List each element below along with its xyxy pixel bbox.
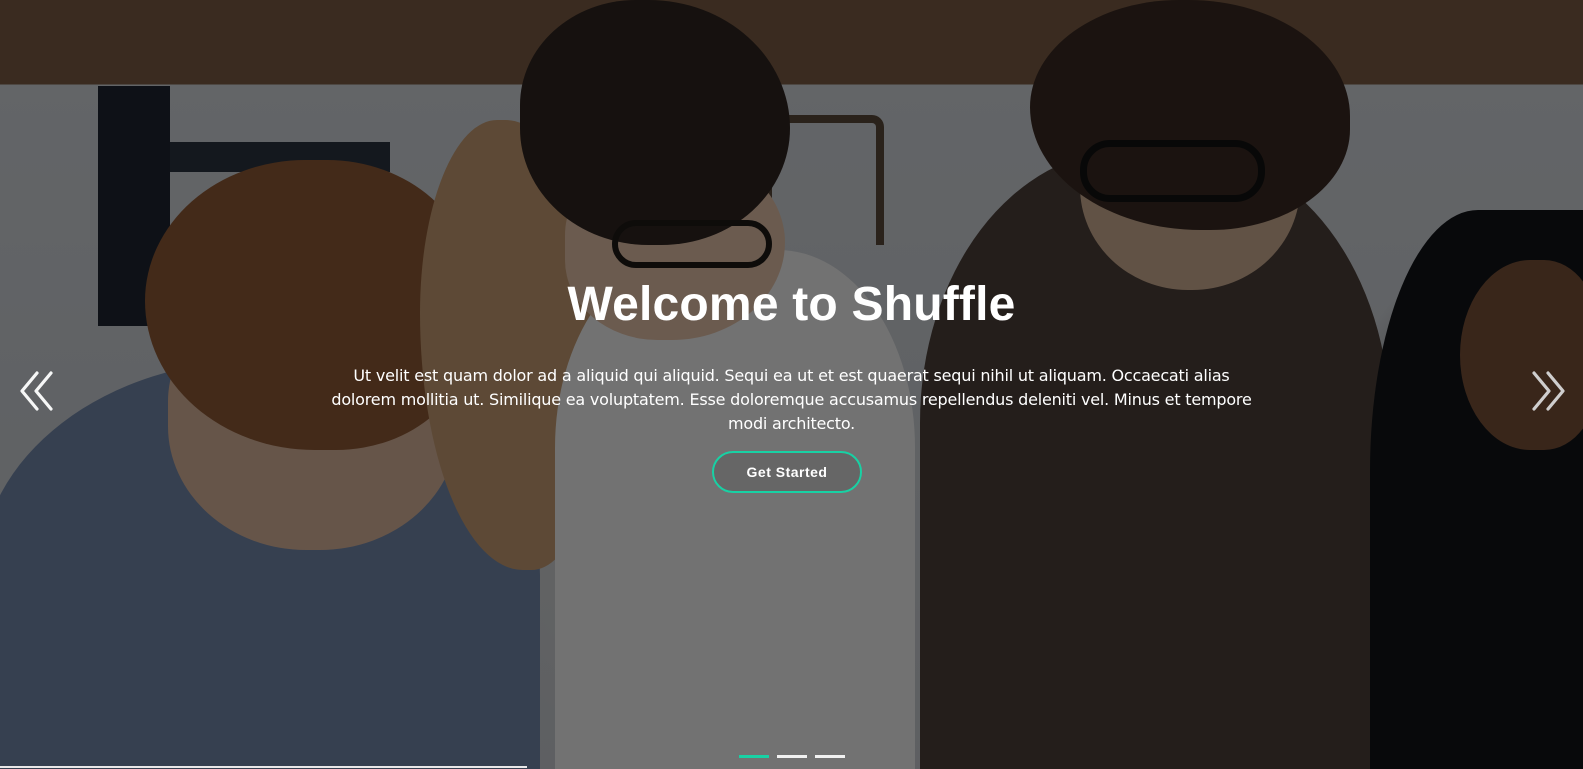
carousel-indicator-2[interactable]: [777, 755, 807, 758]
hero-description: Ut velit est quam dolor ad a aliquid qui…: [331, 366, 1252, 433]
hero-content: Welcome to Shuffle Ut velit est quam dol…: [0, 0, 1583, 769]
previous-slide-button[interactable]: [10, 362, 64, 420]
double-chevron-left-icon: [20, 371, 53, 411]
carousel-indicators: [739, 755, 845, 758]
carousel-indicator-1[interactable]: [739, 755, 769, 758]
next-slide-button[interactable]: [1521, 362, 1575, 420]
double-chevron-right-icon: [1532, 371, 1565, 411]
hero-carousel: Welcome to Shuffle Ut velit est quam dol…: [0, 0, 1583, 769]
bottom-progress-line: [0, 766, 527, 768]
get-started-button[interactable]: Get Started: [712, 451, 862, 493]
carousel-indicator-3[interactable]: [815, 755, 845, 758]
hero-title: Welcome to Shuffle: [567, 278, 1016, 331]
